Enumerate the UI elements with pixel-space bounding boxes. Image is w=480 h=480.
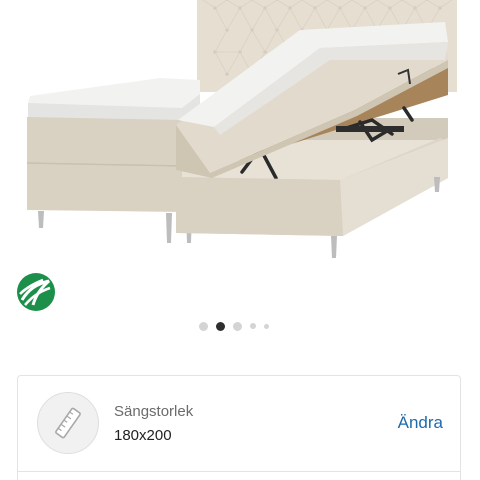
option-divider (18, 471, 460, 472)
bed-size-icon (37, 392, 99, 454)
bed-size-option[interactable]: Sängstorlek 180x200 Ändra (18, 376, 460, 471)
carousel-dot-3[interactable] (233, 321, 242, 331)
product-page: Sängstorlek 180x200 Ändra (0, 0, 480, 480)
product-image[interactable] (0, 0, 480, 270)
product-image-gallery[interactable] (0, 0, 480, 345)
change-size-button[interactable]: Ändra (398, 413, 443, 433)
carousel-dot-2[interactable] (216, 321, 225, 331)
bed-size-label: Sängstorlek (114, 403, 194, 420)
product-options-card: Sängstorlek 180x200 Ändra (17, 375, 461, 480)
carousel-dot-1[interactable] (199, 321, 208, 331)
bed-size-value: 180x200 (114, 427, 172, 444)
nordic-swan-ecolabel-icon (17, 273, 55, 311)
carousel-pagination (199, 320, 269, 332)
carousel-dot-4[interactable] (250, 323, 256, 329)
carousel-dot-5[interactable] (264, 323, 269, 329)
